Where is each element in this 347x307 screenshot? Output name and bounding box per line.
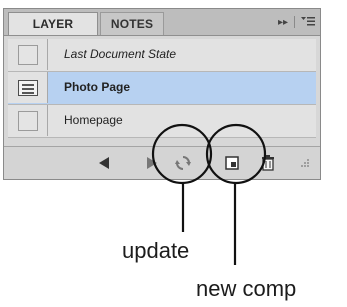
new-comp-annotation-label: new comp <box>196 276 297 301</box>
update-highlight-circle <box>151 123 213 185</box>
update-annotation-label: update <box>122 238 190 263</box>
new-comp-highlight-circle <box>205 123 267 185</box>
